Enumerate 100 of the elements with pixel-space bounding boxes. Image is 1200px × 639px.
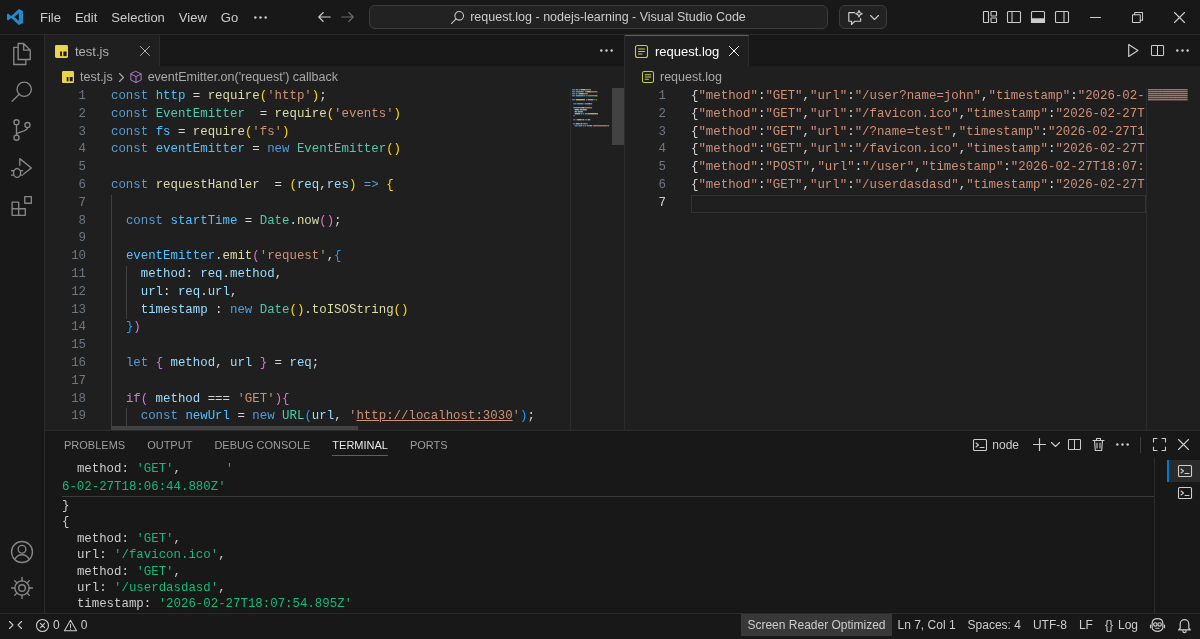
menu-item[interactable]: Go [213, 5, 246, 29]
status-item[interactable]: Ln 7, Col 1 [891, 614, 962, 636]
sidebar-left-icon[interactable] [1007, 11, 1021, 23]
close-icon[interactable] [1173, 11, 1185, 23]
search-icon [451, 10, 465, 24]
file-icon [62, 71, 74, 83]
terminal-line: method: 'GET', [76, 563, 181, 580]
line-number: 16 [71, 354, 86, 372]
panel-tab[interactable]: PROBLEMS [64, 433, 126, 456]
chevron-down-icon [869, 14, 879, 20]
chevron-down-icon[interactable] [1051, 442, 1060, 447]
line-number: 3 [78, 123, 86, 141]
terminal-icon [1177, 487, 1192, 499]
more-icon[interactable] [254, 15, 268, 19]
status-item[interactable]: LF [1072, 614, 1099, 636]
line-number: 7 [658, 194, 666, 212]
play-bug-icon[interactable] [11, 157, 33, 179]
extensions-icon[interactable] [11, 195, 33, 217]
panel-tab[interactable]: PORTS [409, 433, 448, 456]
terminal-line: 6-02-27T18:06:44.880Z' [62, 479, 226, 496]
log-line: {"method":"GET","url":"/userdasdasd","timestamp":"2026-02-27T [691, 177, 1145, 194]
panel-bottom-icon[interactable] [1031, 11, 1045, 23]
line-number: 8 [78, 212, 86, 230]
settings-icon[interactable] [11, 577, 33, 599]
terminal-icon [1177, 465, 1192, 477]
line-number: 6 [658, 177, 666, 194]
play-icon[interactable] [1126, 44, 1139, 57]
arrow-left-icon[interactable] [318, 12, 331, 22]
line-number: 19 [71, 408, 86, 426]
more-icon[interactable] [600, 49, 613, 52]
line-number: 17 [71, 372, 86, 390]
cube-icon [129, 71, 142, 83]
status-item[interactable]: Spaces: 4 [961, 614, 1027, 636]
split-icon[interactable] [1067, 438, 1081, 451]
panel-tab[interactable]: TERMINAL [332, 433, 388, 456]
menu-item[interactable]: Selection [104, 5, 172, 29]
minimize-icon[interactable] [1089, 16, 1101, 18]
scrollbar-thumb[interactable] [111, 426, 358, 430]
terminal-icon [973, 438, 988, 451]
terminal-selector[interactable]: node [973, 437, 1019, 452]
terminal-line: } [62, 498, 70, 515]
trash-icon[interactable] [1091, 438, 1105, 451]
line-number: 11 [71, 265, 86, 283]
account-icon[interactable] [11, 541, 33, 563]
status-item[interactable]: Screen Reader Optimized [741, 614, 892, 636]
source-control-icon[interactable] [11, 119, 33, 141]
editor-tab[interactable]: test.js [45, 35, 160, 66]
code-line: url: req.url, [140, 283, 238, 301]
error-icon [36, 618, 49, 632]
close-icon[interactable] [140, 46, 150, 56]
log-line: {"method":"GET","url":"/favicon.ico","timestamp":"2026-02-27T [691, 141, 1145, 159]
breadcrumb-item[interactable]: request.log [642, 70, 722, 84]
files-icon[interactable] [11, 43, 33, 65]
language-mode[interactable]: {} Log [1098, 614, 1144, 636]
line-number: 6 [78, 177, 86, 194]
line-number: 1 [658, 88, 666, 105]
bell-icon[interactable] [1177, 618, 1192, 632]
chat-button[interactable] [839, 5, 887, 29]
file-icon [55, 44, 68, 58]
terminal-line: url: '/favicon.ico', [76, 547, 226, 564]
line-number: 4 [78, 141, 86, 159]
split-editor-icon[interactable] [1151, 44, 1164, 57]
terminal-line: method: 'GET', [76, 530, 181, 548]
scrollbar-thumb[interactable] [612, 88, 624, 145]
panel-tab[interactable]: DEBUG CONSOLE [214, 433, 311, 456]
line-number: 14 [71, 319, 86, 337]
note-icon [635, 44, 648, 58]
sidebar-right-icon[interactable] [1055, 11, 1069, 23]
more-icon[interactable] [1176, 49, 1189, 52]
terminal-tab[interactable] [1167, 460, 1200, 482]
robot-face-icon[interactable] [1150, 618, 1165, 632]
restore-icon[interactable] [1131, 11, 1143, 23]
terminal-line: timestamp: '2026-02-27T18:07:54.895Z' [76, 596, 352, 613]
panel-tab[interactable]: OUTPUT [147, 433, 193, 456]
maximize-icon[interactable] [1152, 438, 1166, 451]
line-number: 13 [71, 301, 86, 319]
log-line: {"method":"GET","url":"/?name=test","timestamp":"2026-02-27T1 [691, 123, 1145, 141]
log-line: {"method":"POST","url":"/user","timestamp":"2026-02-27T18:07: [691, 159, 1145, 177]
status-item[interactable]: UTF-8 [1026, 614, 1073, 636]
plus-icon[interactable] [1032, 438, 1046, 451]
line-number: 9 [78, 230, 86, 248]
menu-item[interactable]: File [33, 5, 68, 29]
menu-item[interactable]: Edit [67, 5, 105, 29]
search-icon[interactable] [11, 81, 33, 103]
code-line: timestamp : new Date().toISOString() [140, 301, 409, 319]
layout-grid-icon[interactable] [983, 11, 997, 23]
line-number: 7 [78, 194, 86, 212]
breadcrumb-item[interactable]: eventEmitter.on('request') callback [129, 70, 338, 84]
command-center[interactable]: request.log - nodejs-learning - Visual Studio Code [369, 5, 828, 29]
minimap-drawing [572, 89, 610, 127]
editor-tab[interactable]: request.log [625, 35, 750, 66]
problems-status[interactable]: 0 0 [31, 614, 93, 636]
code-line: const newUrl = new URL(url, 'http://localhost:3030'); [140, 408, 535, 426]
remote-icon[interactable] [9, 621, 22, 629]
breadcrumb-item[interactable]: test.js [62, 70, 113, 84]
close-icon[interactable] [1177, 439, 1189, 450]
line-number: 5 [658, 159, 666, 177]
line-number: 15 [71, 337, 86, 355]
more-icon[interactable] [1115, 443, 1129, 446]
menu-item[interactable]: View [171, 5, 214, 29]
